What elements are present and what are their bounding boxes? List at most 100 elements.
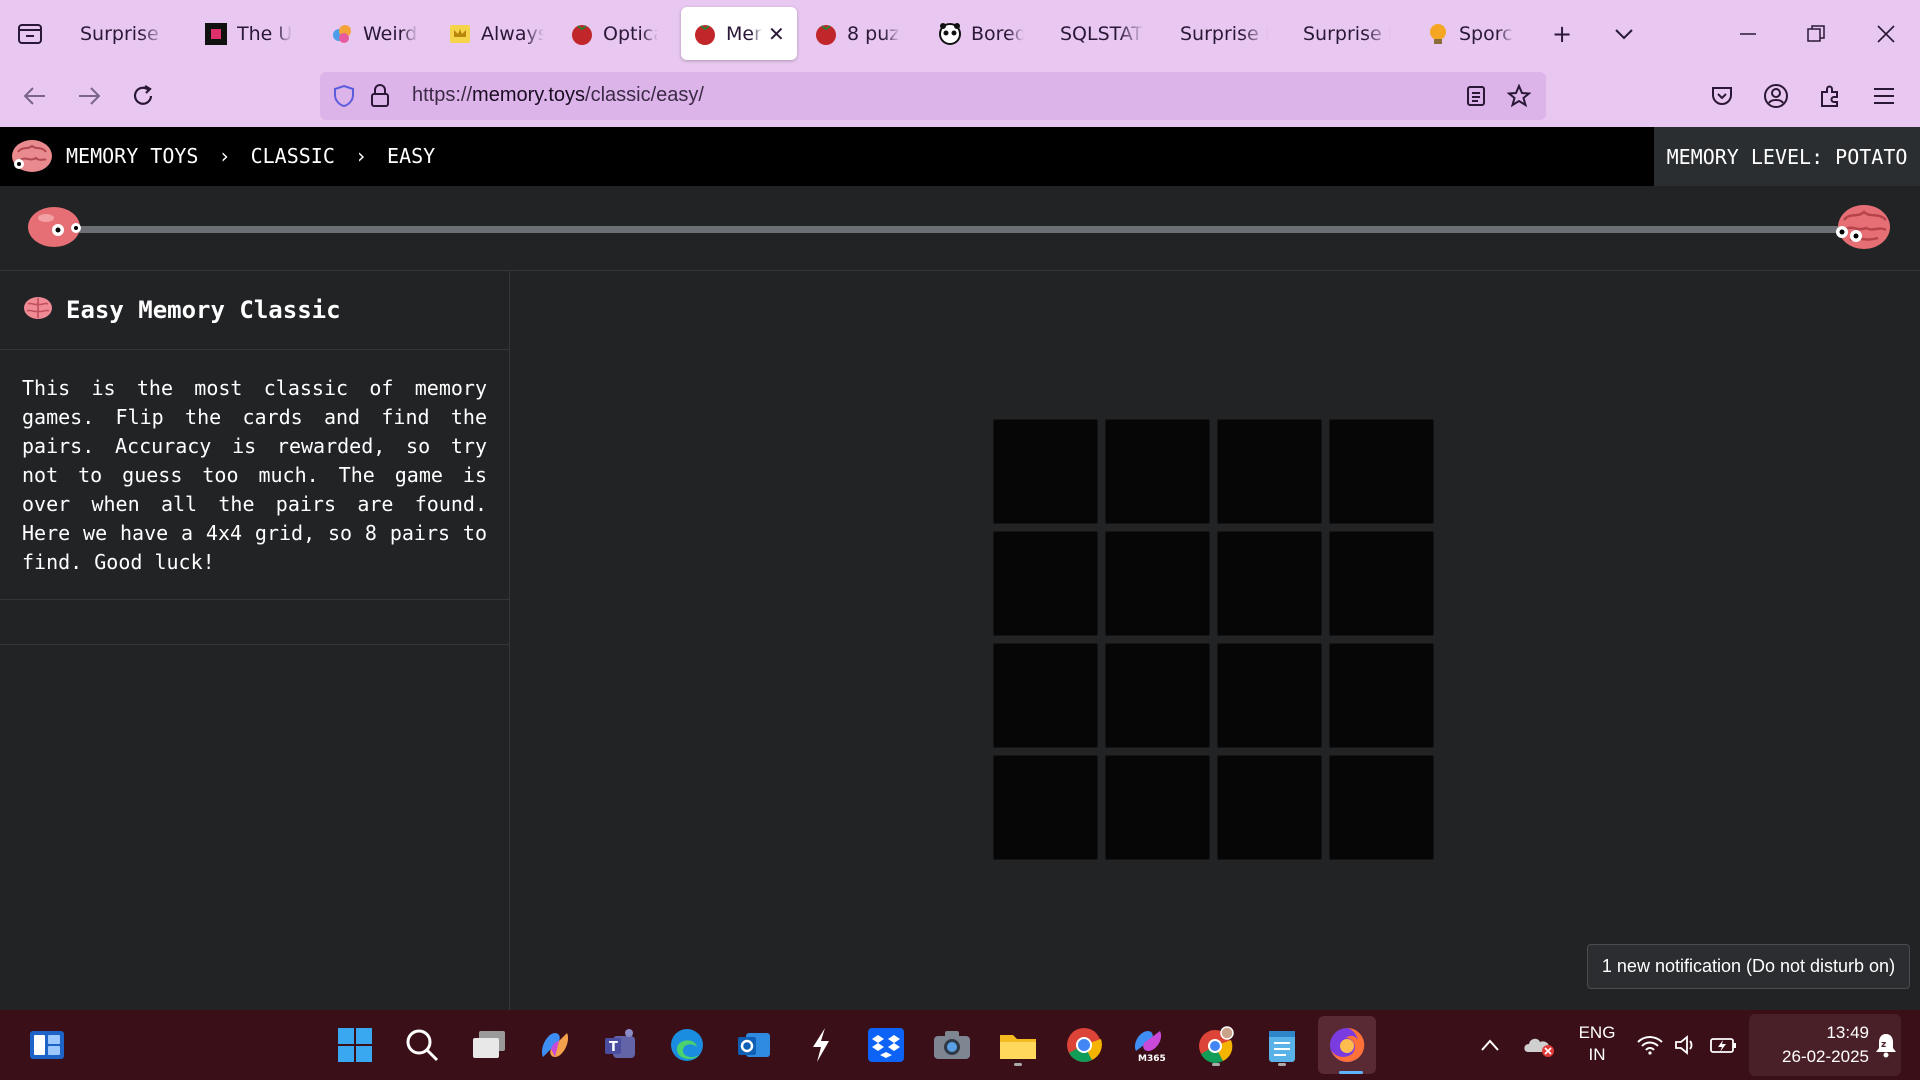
search-icon[interactable] — [401, 1024, 443, 1066]
memory-card[interactable] — [1329, 531, 1434, 636]
tab-always[interactable]: Always — [436, 7, 556, 60]
list-tabs-button[interactable] — [1606, 16, 1642, 52]
app-menu-button[interactable] — [1865, 77, 1903, 115]
tab-surprise-me-2[interactable]: Surprise Me — [1168, 7, 1280, 60]
memory-card-grid — [993, 419, 1437, 861]
restore-button[interactable] — [1798, 16, 1834, 52]
list-all-tabs-button[interactable] — [14, 18, 46, 50]
forward-button[interactable] — [70, 77, 108, 115]
tab-label: Surprise Me — [1303, 22, 1391, 45]
brain-icon — [22, 295, 54, 325]
useless-web-icon — [204, 22, 228, 46]
memory-card[interactable] — [1217, 643, 1322, 748]
tab-the-useless[interactable]: The Useless — [192, 7, 304, 60]
memory-card[interactable] — [1329, 755, 1434, 860]
tab-sqlstate[interactable]: SQLSTATE[HY000] — [1048, 7, 1156, 60]
progress-area — [0, 186, 1920, 271]
memory-card[interactable] — [993, 643, 1098, 748]
memory-card[interactable] — [1105, 419, 1210, 524]
tab-surprise-me-3[interactable]: Surprise Me — [1291, 7, 1403, 60]
tracking-protection-shield-icon[interactable] — [330, 82, 358, 110]
tab-sporcle[interactable]: Sporcle — [1414, 7, 1526, 60]
camera-icon[interactable] — [931, 1024, 973, 1066]
memory-card[interactable] — [1105, 531, 1210, 636]
volume-speaker-icon[interactable] — [1668, 1024, 1704, 1066]
bookmark-star-icon[interactable] — [1505, 82, 1533, 110]
breadcrumb-memory-toys[interactable]: MEMORY TOYS — [66, 144, 198, 168]
url-bar[interactable]: https://memory.toys/classic/easy/ — [320, 72, 1546, 120]
pocket-button[interactable] — [1703, 77, 1741, 115]
tab-surprise-me-1[interactable]: Surprise Me — [68, 7, 178, 60]
dropbox-icon[interactable] — [865, 1024, 907, 1066]
close-window-button[interactable] — [1868, 16, 1904, 52]
minimize-button[interactable] — [1730, 16, 1766, 52]
wifi-icon[interactable] — [1632, 1024, 1668, 1066]
reload-button[interactable] — [124, 77, 162, 115]
memory-card[interactable] — [993, 531, 1098, 636]
tab-weird-or[interactable]: Weird or — [318, 7, 430, 60]
tab-bored-panda[interactable]: Bored Panda — [926, 7, 1036, 60]
start-windows-icon[interactable] — [334, 1024, 376, 1066]
back-button[interactable] — [16, 77, 54, 115]
copilot-icon[interactable] — [534, 1024, 576, 1066]
memory-card[interactable] — [993, 419, 1098, 524]
clock-date: 26-02-2025 — [1782, 1047, 1869, 1066]
svg-text:T: T — [609, 1040, 618, 1055]
tomato-icon — [814, 22, 838, 46]
sporcle-bulb-icon — [1426, 22, 1450, 46]
lock-icon[interactable] — [366, 82, 394, 110]
notification-toast[interactable]: 1 new notification (Do not disturb on) — [1587, 944, 1910, 989]
memory-card[interactable] — [993, 755, 1098, 860]
battery-charging-icon[interactable] — [1704, 1024, 1744, 1066]
tab-optical[interactable]: Optical — [558, 7, 670, 60]
chrome-profile-icon[interactable] — [1195, 1024, 1237, 1066]
small-brain-icon — [26, 202, 90, 256]
tab-memory-active[interactable]: Memory ✕ — [681, 7, 797, 60]
notifications-bell-icon[interactable]: z — [1875, 1032, 1897, 1062]
memory-card[interactable] — [1105, 755, 1210, 860]
chevron-down-icon — [1615, 29, 1633, 40]
extensions-button[interactable] — [1811, 77, 1849, 115]
firefox-icon[interactable] — [1318, 1016, 1376, 1074]
clock-and-calendar[interactable]: 13:49 26-02-2025 z — [1749, 1014, 1901, 1076]
tab-8-puzzle[interactable]: 8 puzzle — [802, 7, 912, 60]
notepad-icon[interactable] — [1261, 1024, 1303, 1066]
lightning-app-icon[interactable] — [800, 1024, 842, 1066]
site-header: MEMORY TOYS › CLASSIC › EASY MEMORY LEVE… — [0, 127, 1920, 186]
task-view-icon[interactable] — [468, 1024, 510, 1066]
memory-card[interactable] — [1329, 419, 1434, 524]
widgets-icon[interactable] — [26, 1024, 68, 1066]
reader-view-icon[interactable] — [1462, 82, 1490, 110]
file-explorer-icon[interactable] — [997, 1024, 1039, 1066]
chrome-icon[interactable] — [1063, 1024, 1105, 1066]
teams-icon[interactable]: T — [600, 1024, 642, 1066]
memory-card[interactable] — [1217, 755, 1322, 860]
tab-label: Optical — [603, 22, 658, 45]
outlook-icon[interactable] — [733, 1024, 775, 1066]
breadcrumb-classic[interactable]: CLASSIC — [251, 144, 335, 168]
close-tab-icon[interactable]: ✕ — [768, 22, 785, 46]
memory-card[interactable] — [1105, 643, 1210, 748]
tab-label: Surprise Me — [80, 22, 166, 45]
svg-text:z: z — [1881, 1040, 1886, 1050]
memory-card[interactable] — [1217, 419, 1322, 524]
input-language-indicator[interactable]: ENG IN — [1572, 1022, 1622, 1066]
account-button[interactable] — [1757, 77, 1795, 115]
memory-card[interactable] — [1329, 643, 1434, 748]
memory-level-badge[interactable]: MEMORY LEVEL: POTATO — [1654, 127, 1920, 186]
tab-label: Always — [481, 22, 544, 45]
onedrive-error-icon[interactable] — [1518, 1024, 1560, 1066]
restore-icon — [1807, 25, 1825, 42]
url-text[interactable]: https://memory.toys/classic/easy/ — [412, 84, 704, 107]
windows-taskbar: T M365 ENG IN 13:49 26-02-2025 z — [0, 1010, 1920, 1080]
edge-browser-icon[interactable] — [666, 1024, 708, 1066]
new-tab-button[interactable]: + — [1544, 16, 1580, 52]
game-description: This is the most classic of memory games… — [0, 350, 509, 600]
memory-card[interactable] — [1217, 531, 1322, 636]
show-hidden-icons-chevron-up-icon[interactable] — [1470, 1024, 1510, 1066]
minimize-icon — [1740, 33, 1756, 35]
brain-logo-icon[interactable] — [8, 134, 56, 182]
tab-label: The Useless — [237, 22, 292, 45]
breadcrumb-separator: › — [354, 144, 367, 168]
m365-copilot-icon[interactable]: M365 — [1128, 1024, 1170, 1066]
